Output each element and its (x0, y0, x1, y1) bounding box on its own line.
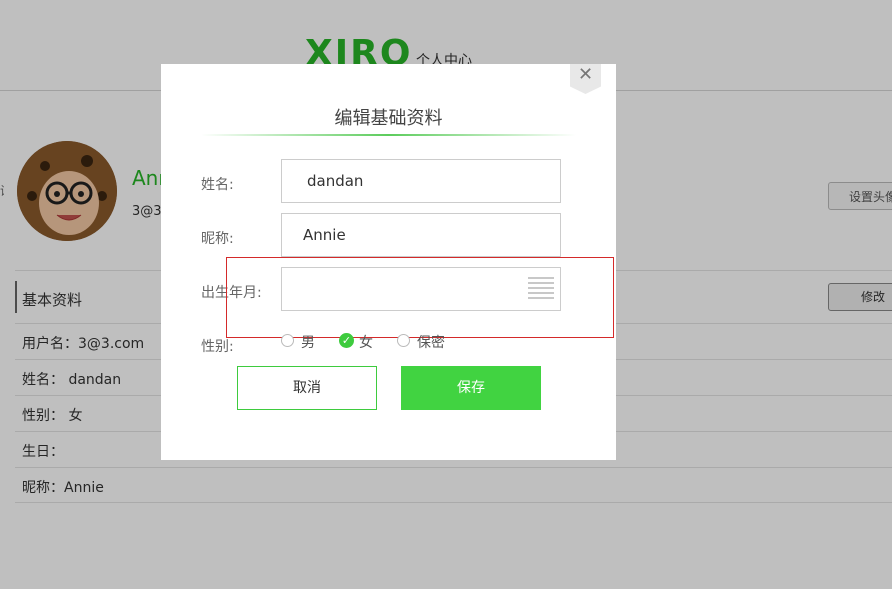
gender-option-label: 女 (359, 335, 373, 351)
name-input[interactable]: dandan (281, 159, 561, 203)
edit-profile-modal: ✕ 编辑基础资料 姓名: dandan 昵称: Annie 出生年月: 性别: … (161, 64, 616, 460)
highlight-annotation (226, 257, 614, 338)
radio-checked-icon: ✓ (339, 333, 354, 348)
gender-option-label: 男 (301, 335, 315, 351)
close-icon[interactable]: ✕ (570, 64, 601, 88)
gender-label: 性别: (201, 339, 234, 355)
modal-title: 编辑基础资料 (334, 108, 443, 129)
nickname-input[interactable]: Annie (281, 213, 561, 257)
title-underline (201, 134, 576, 136)
save-button[interactable]: 保存 (401, 366, 541, 410)
radio-unchecked-icon (281, 334, 294, 347)
cancel-button[interactable]: 取消 (237, 366, 377, 410)
name-label: 姓名: (201, 177, 234, 193)
nickname-label: 昵称: (201, 231, 234, 247)
radio-unchecked-icon (397, 334, 410, 347)
gender-option-label: 保密 (417, 335, 445, 351)
